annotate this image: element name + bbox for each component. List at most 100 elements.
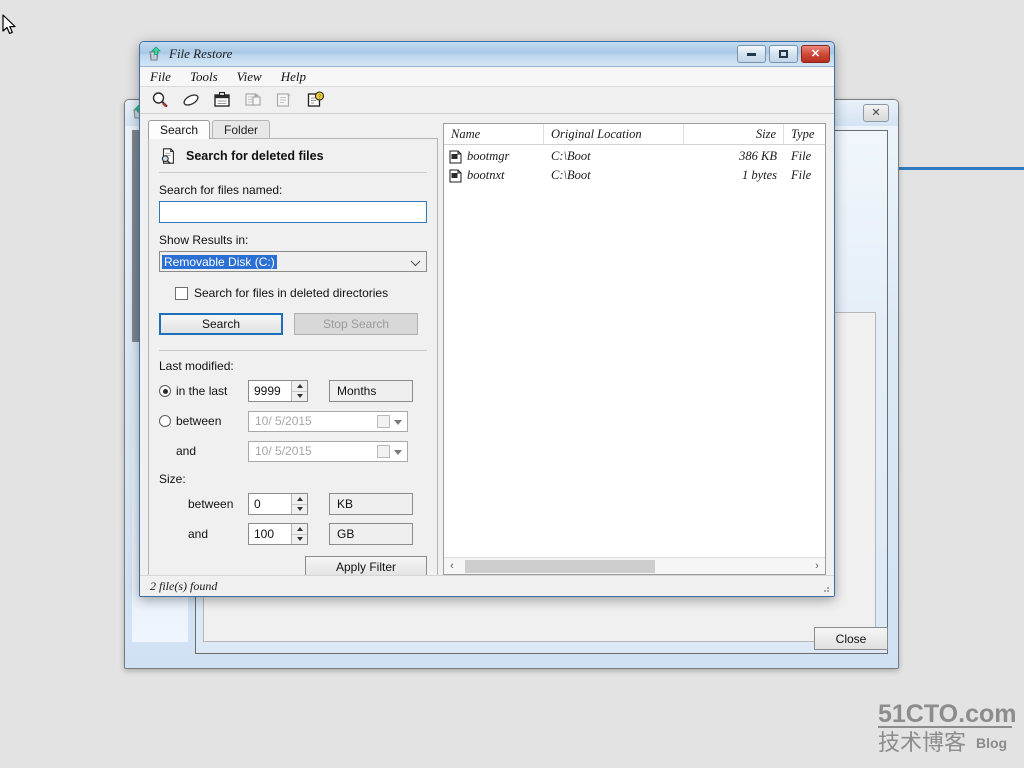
in-the-last-stepper[interactable]: 9999 (248, 380, 308, 402)
close-icon: ✕ (810, 47, 821, 60)
menu-file[interactable]: File (150, 69, 171, 85)
between-radio[interactable] (159, 415, 171, 427)
and-date-field[interactable]: 10/ 5/2015 (248, 440, 408, 462)
between-date-field[interactable]: 10/ 5/2015 (248, 410, 408, 432)
stepper-down-button[interactable] (292, 503, 307, 514)
chevron-down-icon[interactable] (394, 449, 402, 455)
triangle-down-icon (296, 537, 303, 542)
tab-folder[interactable]: Folder (212, 120, 271, 139)
titlebar[interactable]: File Restore ✕ (140, 42, 834, 67)
table-row[interactable]: bootmgr C:\Boot 386 KB File (444, 147, 825, 166)
size-min-stepper[interactable]: 0 (248, 493, 308, 515)
show-results-dropdown[interactable]: Removable Disk (C:) (159, 251, 427, 272)
deleted-dirs-row[interactable]: Search for files in deleted directories (175, 286, 427, 300)
watermark-line2: 技术博客 (878, 730, 966, 754)
tabstrip[interactable]: Search Folder (148, 120, 438, 139)
and-date-value: 10/ 5/2015 (255, 444, 312, 458)
last-modified-title: Last modified: (159, 359, 234, 373)
search-name-label: Search for files named: (159, 183, 283, 197)
results-rows: bootmgr C:\Boot 386 KB File bootnxt C:\B… (444, 145, 825, 557)
filter-divider (159, 350, 427, 351)
size-max-stepper[interactable]: 100 (248, 523, 308, 545)
search-buttons: Search Stop Search (159, 313, 427, 335)
stepper-up-button[interactable] (292, 524, 307, 534)
cell-size: 1 bytes (741, 168, 777, 182)
eraser-icon[interactable] (181, 90, 201, 110)
minimize-icon (747, 52, 756, 56)
calendar-icon (377, 414, 390, 428)
menu-tools[interactable]: Tools (190, 69, 218, 85)
size-max-unit-dropdown[interactable]: GB (329, 523, 413, 545)
menubar[interactable]: File Tools View Help (140, 67, 834, 87)
panel-divider (159, 172, 427, 173)
in-the-last-unit-dropdown[interactable]: Months (329, 380, 413, 402)
search-button[interactable]: Search (159, 313, 283, 335)
chevron-down-icon[interactable] (394, 419, 402, 425)
help-icon[interactable]: ? (305, 90, 325, 110)
size-between-label: between (188, 497, 234, 511)
window-title: File Restore (169, 46, 233, 61)
scrollbar-thumb[interactable] (465, 559, 655, 573)
column-header-name[interactable]: Name (444, 124, 544, 144)
close-button[interactable]: ✕ (801, 45, 830, 63)
in-the-last-radio[interactable] (159, 385, 171, 397)
results-header[interactable]: Name Original Location Size Type (444, 124, 825, 145)
stepper-buttons[interactable] (291, 494, 307, 514)
cell-size: 386 KB (739, 149, 777, 163)
background-window-close-action[interactable]: Close (814, 627, 888, 650)
maximize-button[interactable] (769, 45, 798, 63)
panel-heading: Search for deleted files (159, 147, 427, 172)
svg-text:?: ? (318, 94, 321, 100)
search-tab-panel: Search for deleted files Search for file… (148, 138, 438, 579)
left-pane: Search Folder Search for deleted files S… (148, 120, 438, 579)
resize-grip-icon[interactable] (820, 583, 830, 593)
deleted-dirs-checkbox[interactable] (175, 286, 188, 300)
column-header-type[interactable]: Type (784, 124, 825, 144)
background-window-close-button[interactable]: ✕ (863, 104, 889, 122)
and-label: and (176, 444, 197, 458)
search-name-input[interactable] (159, 201, 427, 223)
column-header-size[interactable]: Size (684, 124, 784, 144)
stepper-buttons[interactable] (291, 381, 307, 401)
clipboard-icon[interactable] (212, 90, 232, 110)
tab-search[interactable]: Search (148, 120, 211, 139)
column-header-location[interactable]: Original Location (544, 124, 684, 144)
scroll-left-button[interactable]: ‹ (444, 559, 460, 574)
scrollbar-track[interactable] (460, 559, 809, 573)
and-date-row: and 10/ 5/2015 (159, 440, 427, 462)
cell-type: File (791, 149, 812, 163)
panel-heading-label: Search for deleted files (186, 149, 324, 163)
stepper-down-button[interactable] (292, 533, 307, 544)
triangle-up-icon (296, 383, 303, 388)
stepper-buttons[interactable] (291, 524, 307, 544)
search-icon[interactable] (150, 90, 170, 110)
properties-icon (276, 93, 291, 107)
in-the-last-value: 9999 (254, 384, 281, 398)
cell-location: C:\Boot (551, 149, 591, 163)
size-min-unit-dropdown[interactable]: KB (329, 493, 413, 515)
size-and-row: and 100 GB (159, 523, 427, 545)
show-results-value: Removable Disk (C:) (162, 254, 277, 269)
stepper-up-button[interactable] (292, 494, 307, 504)
horizontal-scrollbar[interactable]: ‹ › (444, 557, 825, 574)
minimize-button[interactable] (737, 45, 766, 63)
size-max-unit-value: GB (337, 527, 355, 541)
stepper-down-button[interactable] (292, 390, 307, 401)
file-icon (449, 169, 462, 182)
table-row[interactable]: bootnxt C:\Boot 1 bytes File (444, 166, 825, 185)
scroll-right-button[interactable]: › (809, 559, 825, 574)
cell-type: File (791, 168, 812, 182)
status-text: 2 file(s) found (150, 578, 218, 593)
results-list[interactable]: Name Original Location Size Type bootmgr… (443, 123, 826, 575)
file-name: bootnxt (467, 168, 505, 182)
menu-view[interactable]: View (237, 69, 262, 85)
triangle-down-icon (296, 507, 303, 512)
stepper-up-button[interactable] (292, 381, 307, 391)
show-results-label: Show Results in: (159, 233, 249, 247)
toolbar[interactable]: ? (140, 87, 834, 114)
file-restore-window[interactable]: File Restore ✕ File Tools View Help ? Se… (139, 41, 835, 597)
accent-rule (890, 167, 1024, 170)
menu-help[interactable]: Help (281, 69, 306, 85)
cell-location: C:\Boot (551, 168, 591, 182)
size-min-unit-value: KB (337, 497, 354, 511)
